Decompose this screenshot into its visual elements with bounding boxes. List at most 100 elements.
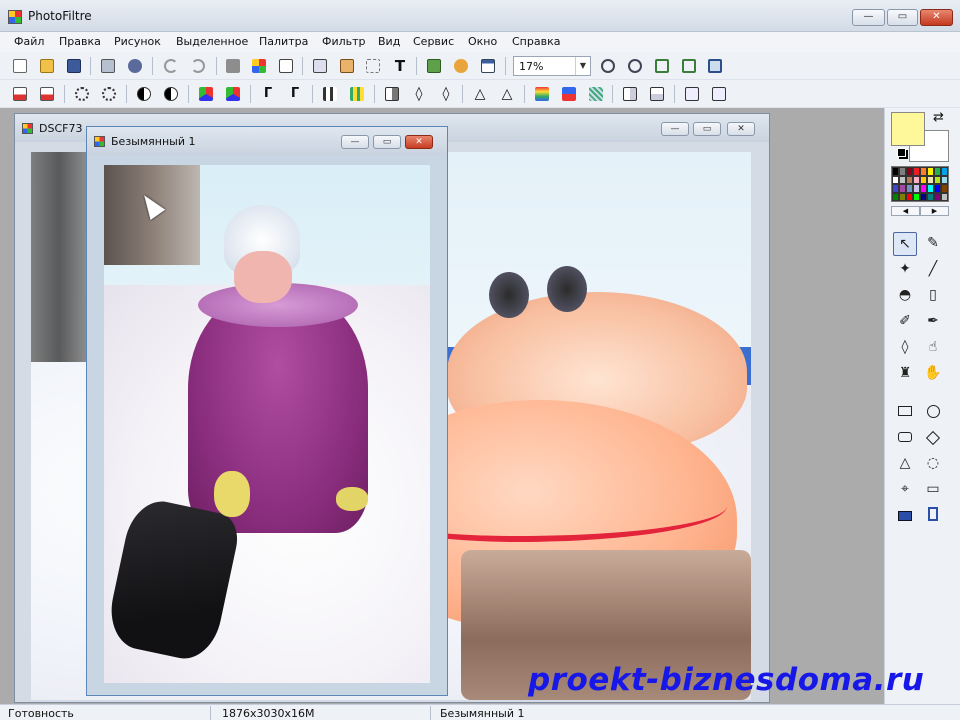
grid-icon[interactable]: [320, 84, 340, 104]
menu-tools[interactable]: Сервис: [413, 35, 454, 48]
menu-file[interactable]: Файл: [14, 35, 44, 48]
maximize-button[interactable]: ▭: [887, 9, 918, 26]
sharpen-more-icon[interactable]: △: [497, 84, 517, 104]
stamp-icon[interactable]: ♜: [893, 362, 917, 386]
palette-swatch[interactable]: [906, 192, 913, 201]
palette-swatch[interactable]: [906, 167, 913, 176]
fill-gray-icon[interactable]: [223, 56, 243, 76]
document-title-bar[interactable]: Безымянный 1 — ▭ ✕: [87, 127, 447, 155]
pattern-icon[interactable]: [451, 56, 471, 76]
palette-swatch[interactable]: [934, 175, 941, 184]
menu-window[interactable]: Окно: [468, 35, 497, 48]
smudge-icon[interactable]: ☝: [921, 336, 945, 360]
minimize-button[interactable]: —: [341, 135, 369, 149]
palette-scroller[interactable]: ◀ ▶: [891, 206, 949, 216]
undo-icon[interactable]: [161, 56, 181, 76]
saturation-up-icon[interactable]: [223, 84, 243, 104]
blur-drop-icon[interactable]: ◊: [893, 336, 917, 360]
swap-colors-icon[interactable]: ⇄: [933, 110, 944, 125]
menu-view[interactable]: Вид: [378, 35, 400, 48]
saturation-down-icon[interactable]: [196, 84, 216, 104]
menu-edit[interactable]: Правка: [59, 35, 101, 48]
magic-wand-icon[interactable]: ✦: [893, 258, 917, 282]
blur-icon[interactable]: ◊: [409, 84, 429, 104]
palette-swatch[interactable]: [899, 175, 906, 184]
palette-swatch[interactable]: [899, 184, 906, 193]
rgb-icon[interactable]: [559, 84, 579, 104]
crop-icon[interactable]: [363, 56, 383, 76]
zoom-select[interactable]: 17% ▼: [513, 56, 591, 76]
brightness-down-icon[interactable]: [72, 84, 92, 104]
copy-image-icon[interactable]: [310, 56, 330, 76]
select-arrow-icon[interactable]: ↖: [893, 232, 917, 256]
hand-icon[interactable]: ✋: [921, 362, 945, 386]
gamma-up-icon[interactable]: Γ: [285, 84, 305, 104]
menu-image[interactable]: Рисунок: [114, 35, 161, 48]
polygon-icon[interactable]: ⌖: [893, 478, 917, 502]
menu-help[interactable]: Справка: [512, 35, 560, 48]
texture-icon[interactable]: [586, 84, 606, 104]
color-mode-icon[interactable]: [249, 56, 269, 76]
palette-swatch[interactable]: [941, 167, 948, 176]
palette-swatch[interactable]: [899, 167, 906, 176]
chevron-left-icon[interactable]: ◀: [891, 206, 920, 216]
palette-swatch[interactable]: [941, 175, 948, 184]
open-folder-icon[interactable]: [37, 56, 57, 76]
sharpen-icon[interactable]: ◊: [436, 84, 456, 104]
menu-palette[interactable]: Палитра: [259, 35, 308, 48]
redo-icon[interactable]: [188, 56, 208, 76]
app-title-bar[interactable]: PhotoFiltre — ▭ ✕: [0, 0, 960, 32]
minimize-button[interactable]: —: [661, 122, 689, 136]
chevron-down-icon[interactable]: ▼: [575, 57, 590, 75]
menu-selection[interactable]: Выделенное: [176, 35, 248, 48]
palette-swatch[interactable]: [927, 192, 934, 201]
palette-swatch[interactable]: [927, 167, 934, 176]
palette-swatch[interactable]: [906, 175, 913, 184]
image-canvas[interactable]: [104, 165, 430, 683]
chevron-right-icon[interactable]: ▶: [920, 206, 949, 216]
save-icon[interactable]: [64, 56, 84, 76]
palette-swatch[interactable]: [892, 167, 899, 176]
palette-swatch[interactable]: [906, 184, 913, 193]
palette-swatch[interactable]: [927, 184, 934, 193]
palette-swatch[interactable]: [913, 184, 920, 193]
contrast-up-icon[interactable]: [161, 84, 181, 104]
fit-image-icon[interactable]: [652, 56, 672, 76]
palette-swatch[interactable]: [892, 192, 899, 201]
mosaic-icon[interactable]: [347, 84, 367, 104]
palette-swatch[interactable]: [934, 192, 941, 201]
palette-swatch[interactable]: [920, 184, 927, 193]
flip-vertical-icon[interactable]: [647, 84, 667, 104]
line-icon[interactable]: ╱: [921, 258, 945, 282]
zoom-out-icon[interactable]: [625, 56, 645, 76]
palette-swatch[interactable]: [941, 184, 948, 193]
spray-icon[interactable]: ▯: [921, 284, 945, 308]
palette-swatch[interactable]: [892, 175, 899, 184]
palette-swatch[interactable]: [927, 175, 934, 184]
bucket-fill-icon[interactable]: ◓: [893, 284, 917, 308]
palette-swatch[interactable]: [941, 192, 948, 201]
palette-swatch[interactable]: [913, 175, 920, 184]
outline-mode-icon[interactable]: [921, 506, 945, 530]
brightness-up-icon[interactable]: [99, 84, 119, 104]
print-icon[interactable]: [98, 56, 118, 76]
open-shape-icon[interactable]: ▭: [921, 478, 945, 502]
gamma-down-icon[interactable]: Γ: [258, 84, 278, 104]
menu-filter[interactable]: Фильтр: [322, 35, 366, 48]
palette-swatch[interactable]: [913, 192, 920, 201]
palette-swatch[interactable]: [913, 167, 920, 176]
palette-swatch[interactable]: [920, 167, 927, 176]
rotate-right-icon[interactable]: [709, 84, 729, 104]
fill-mode-icon[interactable]: [893, 506, 917, 530]
zoom-in-icon[interactable]: [598, 56, 618, 76]
transparency-icon[interactable]: [276, 56, 296, 76]
new-file-icon[interactable]: [10, 56, 30, 76]
auto-levels-icon[interactable]: [10, 84, 30, 104]
gradient-icon[interactable]: [532, 84, 552, 104]
grayscale-icon[interactable]: [382, 84, 402, 104]
diamond-icon[interactable]: [921, 427, 945, 449]
auto-contrast-icon[interactable]: [37, 84, 57, 104]
close-button[interactable]: ✕: [405, 135, 433, 149]
color-palette[interactable]: [891, 166, 949, 202]
brush-icon[interactable]: ✐: [893, 310, 917, 334]
